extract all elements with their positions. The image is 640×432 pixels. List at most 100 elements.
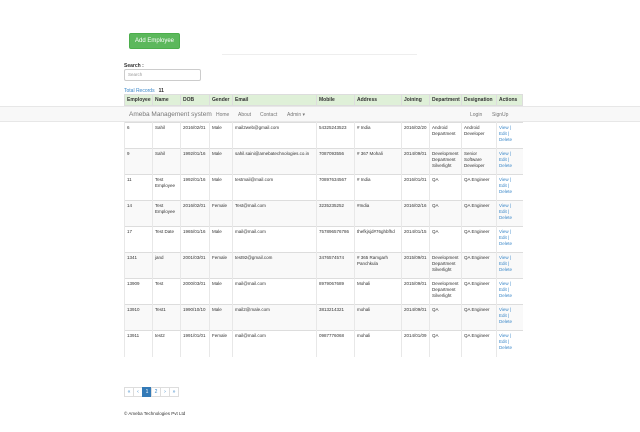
nav-admin-dropdown[interactable]: Admin ▾ <box>287 112 305 118</box>
delete-link[interactable]: Delete <box>499 189 521 195</box>
table-row: 13909 Test 2000/03/01 Male mail@mail.com 8979… <box>124 278 523 305</box>
cell-mobile: 70897634567 <box>316 174 355 201</box>
nav-home[interactable]: Home <box>216 112 229 118</box>
cell-actions: View | Edit | Delete <box>496 174 523 201</box>
add-employee-button[interactable]: Add Employee <box>129 33 180 49</box>
cell-actions: View | Edit | Delete <box>496 200 523 227</box>
table-row: 14 Test Employee 2016/02/01 Female Test@mail… <box>124 200 523 227</box>
cell-actions: View | Edit | Delete <box>496 304 523 331</box>
cell-email: Test@mail.com <box>232 200 317 227</box>
cell-gender: Male <box>209 226 233 253</box>
cell-dob: 1992/01/16 <box>180 174 210 201</box>
nav-contact[interactable]: Contact <box>260 112 277 118</box>
cell-mobile: 8979067689 <box>316 278 355 305</box>
cell-mobile: 3476574574 <box>316 252 355 279</box>
delete-link[interactable]: Delete <box>499 163 521 169</box>
navbar: Ameba Management system Home About Conta… <box>0 106 640 122</box>
employee-table: Employee Name DOB Gender Email Mobile Address J… <box>124 94 523 357</box>
cell-joining: 2014/09/01 <box>401 304 430 331</box>
column-header: Gender <box>209 94 233 106</box>
cell-dob: 2000/03/01 <box>180 278 210 305</box>
cell-name: test2 <box>152 330 181 357</box>
column-header: Department <box>429 94 462 106</box>
cell-department: Development Department Silverlight <box>429 278 462 305</box>
column-header: Actions <box>496 94 523 106</box>
cell-actions: View | Edit | Delete <box>496 148 523 175</box>
cell-designation: QA Engineer <box>461 278 497 305</box>
cell-dob: 1992/01/16 <box>180 148 210 175</box>
cell-mobile: 0987776068 <box>316 330 355 357</box>
brand-title[interactable]: Ameba Management system <box>129 111 212 118</box>
cell-email: mail2@male.com <box>232 304 317 331</box>
delete-link[interactable]: Delete <box>499 267 521 273</box>
cell-gender: Female <box>209 200 233 227</box>
cell-mobile: 3235235252 <box>316 200 355 227</box>
cell-dob: 1965/01/16 <box>180 226 210 253</box>
cell-designation: Android Developer <box>461 122 497 149</box>
cell-address: # 365 Ramgarh Panchkula <box>354 252 402 279</box>
table-row: 9 Sahil 1992/01/16 Male sahil.saini@amebatec… <box>124 148 523 175</box>
cell-name: Test Employee <box>152 200 181 227</box>
column-header: Email <box>232 94 317 106</box>
cell-address: #India <box>354 200 402 227</box>
footer: © Ameba Technologies Pvt Ltd <box>124 411 186 416</box>
cell-email: test92@gmail.com <box>232 252 317 279</box>
delete-link[interactable]: Delete <box>499 215 521 221</box>
nav-login[interactable]: Login <box>470 112 482 118</box>
cell-department: QA <box>429 226 462 253</box>
cell-gender: Female <box>209 252 233 279</box>
cell-designation: Senior Software Developer <box>461 148 497 175</box>
cell-dob: 1991/01/01 <box>180 330 210 357</box>
cell-employee: 13911 <box>124 330 153 357</box>
cell-employee: 1341 <box>124 252 153 279</box>
cell-employee: 13909 <box>124 278 153 305</box>
delete-link[interactable]: Delete <box>499 241 521 247</box>
cell-actions: View | Edit | Delete <box>496 252 523 279</box>
cell-address: mohali <box>354 330 402 357</box>
cell-name: Test1 <box>152 304 181 331</box>
delete-link[interactable]: Delete <box>499 319 521 325</box>
cell-email: sahil.saini@amebatechnologies.co.in <box>232 148 317 175</box>
nav-about[interactable]: About <box>238 112 251 118</box>
cell-department: Development Department Silverlight <box>429 252 462 279</box>
cell-actions: View | Edit | Delete <box>496 226 523 253</box>
cell-joining: 2016/02/16 <box>401 200 430 227</box>
cell-joining: 2014/09/01 <box>401 148 430 175</box>
cell-joining: 2016/01/01 <box>401 174 430 201</box>
delete-link[interactable]: Delete <box>499 137 521 143</box>
cell-mobile: 757896576786 <box>316 226 355 253</box>
delete-link[interactable]: Delete <box>499 293 521 299</box>
cell-name: Test Employee <box>152 174 181 201</box>
column-header: Name <box>152 94 181 106</box>
cell-mobile: 7087093556 <box>316 148 355 175</box>
cell-dob: 2016/02/01 <box>180 200 210 227</box>
cell-employee: 17 <box>124 226 153 253</box>
cell-dob: 2001/03/01 <box>180 252 210 279</box>
cell-designation: QA Engineer <box>461 200 497 227</box>
cell-address: # India <box>354 122 402 149</box>
table-header: Employee Name DOB Gender Email Mobile Address J… <box>124 94 523 106</box>
cell-email: mail2web@gmail.com <box>232 122 317 149</box>
column-header: Employee <box>124 94 153 106</box>
cell-email: mail@mail.com <box>232 330 317 357</box>
column-header: Address <box>354 94 402 106</box>
search-input[interactable]: Search <box>124 69 201 81</box>
cell-designation: QA Engineer <box>461 330 497 357</box>
cell-employee: 11 <box>124 174 153 201</box>
table-row: 17 Test Date 1965/01/16 Male mail@mail.com 75… <box>124 226 523 253</box>
cell-gender: Male <box>209 278 233 305</box>
delete-link[interactable]: Delete <box>499 345 521 351</box>
table-row: 6 Sahil 2016/02/01 Male mail2web@gmail.com 54… <box>124 122 523 149</box>
cell-name: Sahil <box>152 148 181 175</box>
cell-joining: 2015/09/01 <box>401 278 430 305</box>
cell-department: Android Department <box>429 122 462 149</box>
nav-signup[interactable]: SignUp <box>492 112 508 118</box>
pager-last[interactable]: » <box>169 387 179 397</box>
cell-joining: 2014/01/09 <box>401 330 430 357</box>
cell-gender: Male <box>209 148 233 175</box>
cell-department: QA <box>429 174 462 201</box>
column-header: Designation <box>461 94 497 106</box>
cell-joining: 2015/09/01 <box>401 252 430 279</box>
cell-employee: 9 <box>124 148 153 175</box>
cell-address: thefkjsjd#76ghbfhd <box>354 226 402 253</box>
